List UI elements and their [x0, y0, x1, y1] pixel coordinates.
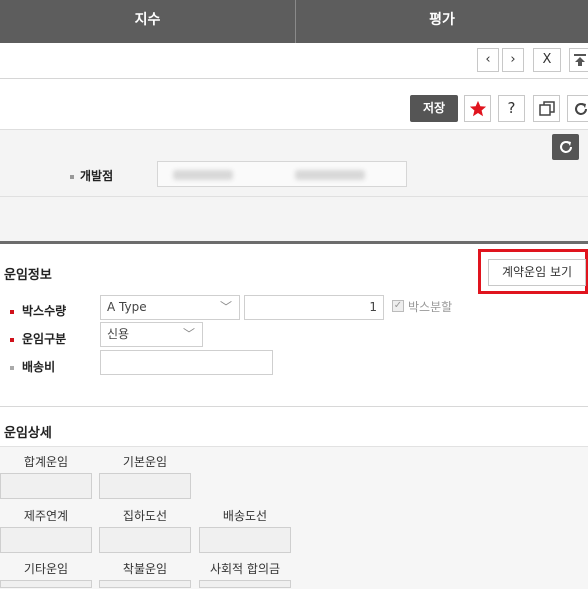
refresh-filter-button[interactable] — [552, 134, 579, 160]
label-bullet — [70, 175, 74, 179]
box-qty-label-text: 박스수량 — [22, 304, 66, 318]
window-control-bar: ‹ › X — [0, 43, 588, 79]
detail-label: 기본운임 — [95, 453, 195, 470]
help-button[interactable]: ? — [498, 95, 525, 122]
shipping-fee-input[interactable] — [100, 350, 273, 375]
chevron-down-icon: ﹀ — [220, 296, 232, 319]
freight-type-label-text: 운임구분 — [22, 332, 66, 346]
total-freight-field[interactable] — [0, 473, 92, 499]
branch-label-text: 개발점 — [80, 169, 113, 183]
freight-info-title: 운임정보 — [4, 264, 52, 283]
scroll-top-button[interactable] — [569, 48, 588, 72]
save-button[interactable]: 저장 — [410, 95, 458, 122]
top-navigation: 지수 평가 — [0, 0, 588, 43]
detail-label: 착불운임 — [95, 560, 195, 577]
reload-icon — [573, 101, 588, 117]
section-divider — [0, 241, 588, 244]
refresh-icon — [558, 139, 574, 155]
box-split-label: 박스분할 — [408, 298, 452, 315]
detail-label: 합계운임 — [0, 453, 96, 470]
search-band — [0, 196, 588, 241]
redacted-text — [295, 170, 365, 180]
prev-window-button[interactable]: ‹ — [477, 48, 499, 72]
redacted-text — [173, 170, 233, 180]
freight-type-value: 신용 — [107, 327, 129, 341]
freight-type-select[interactable]: 신용 ﹀ — [100, 322, 203, 347]
branch-field[interactable] — [157, 161, 407, 187]
box-type-select[interactable]: A Type ﹀ — [100, 295, 240, 320]
chevron-down-icon: ﹀ — [183, 323, 195, 346]
tab-index[interactable]: 지수 — [0, 0, 295, 43]
cod-freight-field[interactable] — [99, 580, 191, 588]
base-freight-field[interactable] — [99, 473, 191, 499]
branch-label: 개발점 — [70, 167, 113, 184]
jeju-link-field[interactable] — [0, 527, 92, 553]
copy-icon — [539, 101, 555, 117]
box-qty-input[interactable]: 1 — [244, 295, 384, 320]
detail-label: 제주연계 — [0, 507, 96, 524]
box-qty-label: 박스수량 — [10, 302, 66, 319]
delivery-island-field[interactable] — [199, 527, 291, 553]
optional-marker — [10, 366, 14, 370]
close-window-button[interactable]: X — [533, 48, 561, 72]
required-marker — [10, 338, 14, 342]
freight-detail-title: 운임상세 — [4, 422, 52, 441]
social-agreement-field[interactable] — [199, 580, 291, 588]
scroll-top-icon — [573, 53, 587, 67]
other-freight-field[interactable] — [0, 580, 92, 588]
reload-button[interactable] — [567, 95, 588, 122]
favorite-button[interactable] — [464, 95, 491, 122]
required-marker — [10, 310, 14, 314]
detail-label: 사회적 합의금 — [195, 560, 295, 577]
contract-freight-button[interactable]: 계약운임 보기 — [488, 259, 586, 286]
box-split-checkbox[interactable]: ✓ — [392, 300, 404, 312]
shipping-fee-label-text: 배송비 — [22, 360, 55, 374]
star-icon — [469, 100, 487, 118]
shipping-fee-label: 배송비 — [10, 358, 55, 375]
tab-evaluation[interactable]: 평가 — [296, 0, 588, 43]
pickup-island-field[interactable] — [99, 527, 191, 553]
copy-button[interactable] — [533, 95, 560, 122]
next-window-button[interactable]: › — [502, 48, 524, 72]
detail-label: 기타운임 — [0, 560, 96, 577]
box-type-value: A Type — [107, 300, 147, 314]
detail-label: 배송도선 — [195, 507, 295, 524]
detail-label: 집하도선 — [95, 507, 195, 524]
section-divider — [0, 406, 588, 407]
freight-type-label: 운임구분 — [10, 330, 66, 347]
